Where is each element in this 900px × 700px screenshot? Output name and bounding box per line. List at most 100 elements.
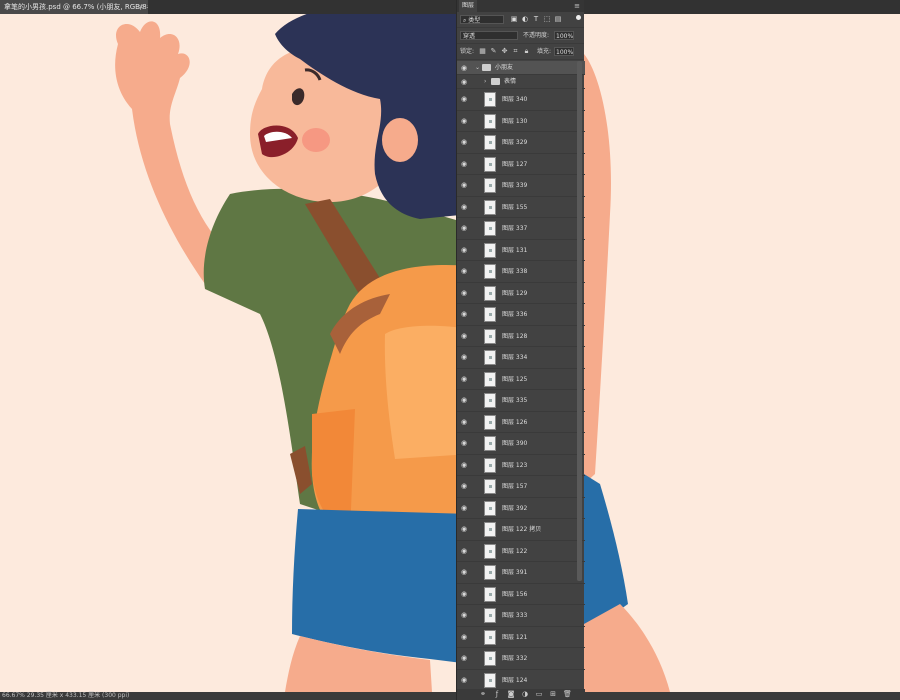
layer-row[interactable]: ◉ 图层 129 [457,283,585,304]
visibility-eye-icon[interactable]: ◉ [461,440,470,447]
layer-row[interactable]: ◉ 图层 122 拷贝 [457,519,585,541]
link-icon[interactable]: ⚭ [479,690,487,699]
type-filter-icon[interactable]: T [532,15,540,23]
layers-scrollbar[interactable] [577,61,582,581]
layer-name: 图层 128 [502,332,528,340]
layer-row[interactable]: ◉ 图层 157 [457,476,585,498]
new-layer-icon[interactable]: ⊞ [549,690,557,699]
fx-icon[interactable]: ƒ [493,690,501,699]
visibility-eye-icon[interactable]: ◉ [461,268,470,275]
layer-row[interactable]: ◉ 图层 121 [457,627,585,648]
layer-row[interactable]: ◉ 图层 128 [457,326,585,347]
layer-row[interactable]: ◉ 图层 155 [457,197,585,218]
visibility-eye-icon[interactable]: ◉ [461,78,470,85]
folder-icon[interactable]: ▭ [535,690,543,699]
shape-filter-icon[interactable]: ⬚ [543,15,551,23]
panel-menu-icon[interactable]: ≡ [574,0,580,12]
visibility-eye-icon[interactable]: ◉ [461,655,470,662]
layer-row[interactable]: ◉ 图层 125 [457,369,585,390]
layer-name: 图层 126 [502,418,528,426]
layer-row[interactable]: ◉ 图层 122 [457,541,585,562]
layer-row[interactable]: ◉ 图层 156 [457,584,585,605]
layer-row[interactable]: ◉ 图层 329 [457,132,585,154]
lock-paint-icon[interactable]: ✎ [490,47,497,56]
lock-all-icon[interactable]: 🔒︎ [523,47,530,56]
layer-thumbnail [484,371,496,387]
visibility-eye-icon[interactable]: ◉ [461,676,470,683]
filter-kind-select[interactable]: ⌕ 类型 [460,15,504,24]
canvas[interactable] [0,14,900,692]
lock-move-icon[interactable]: ✥ [501,47,508,56]
pixel-filter-icon[interactable]: ▣ [510,15,518,23]
visibility-eye-icon[interactable]: ◉ [461,633,470,640]
layer-name: 图层 129 [502,289,528,297]
layer-name: 图层 131 [502,246,528,254]
layer-group-row[interactable]: ◉ ⌄ 小朋友 [457,61,585,75]
close-tab-icon[interactable]: × [138,0,144,14]
opacity-field[interactable]: 100% [554,31,574,40]
layer-row[interactable]: ◉ 图层 126 [457,412,585,433]
visibility-eye-icon[interactable]: ◉ [461,96,470,103]
visibility-eye-icon[interactable]: ◉ [461,547,470,554]
lock-transparent-icon[interactable]: ▦ [479,47,486,56]
layer-row[interactable]: ◉ 图层 334 [457,347,585,369]
visibility-eye-icon[interactable]: ◉ [461,139,470,146]
layer-row[interactable]: ◉ 图层 340 [457,89,585,111]
visibility-eye-icon[interactable]: ◉ [461,225,470,232]
visibility-eye-icon[interactable]: ◉ [461,64,470,71]
adjustment-icon[interactable]: ◑ [521,690,529,699]
layer-row[interactable]: ◉ 图层 390 [457,433,585,455]
visibility-eye-icon[interactable]: ◉ [461,612,470,619]
visibility-eye-icon[interactable]: ◉ [461,117,470,124]
visibility-eye-icon[interactable]: ◉ [461,397,470,404]
visibility-eye-icon[interactable]: ◉ [461,590,470,597]
layer-thumbnail [484,608,496,623]
mask-icon[interactable]: ◙ [507,690,515,699]
visibility-eye-icon[interactable]: ◉ [461,182,470,189]
visibility-eye-icon[interactable]: ◉ [461,526,470,533]
layer-row[interactable]: ◉ 图层 336 [457,304,585,326]
blend-mode-select[interactable]: 穿透 [460,31,518,40]
group-caret-icon[interactable]: ⌄ [475,61,480,75]
visibility-eye-icon[interactable]: ◉ [461,354,470,361]
layer-row[interactable]: ◉ 图层 339 [457,175,585,197]
layer-thumbnail [484,178,496,193]
visibility-eye-icon[interactable]: ◉ [461,311,470,318]
layer-row[interactable]: ◉ 图层 130 [457,111,585,132]
layer-row[interactable]: ◉ 图层 131 [457,240,585,261]
layer-thumbnail [484,457,496,473]
document-tab[interactable]: 拿笔的小男孩.psd @ 66.7% (小朋友, RGB/8#) * × [0,0,148,14]
layer-row[interactable]: ◉ 图层 127 [457,154,585,175]
visibility-eye-icon[interactable]: ◉ [461,375,470,382]
visibility-eye-icon[interactable]: ◉ [461,504,470,511]
fill-field[interactable]: 100% [554,47,574,56]
lock-artboard-icon[interactable]: ⌗ [512,47,519,56]
layer-row[interactable]: ◉ 图层 392 [457,498,585,519]
layer-subgroup-row[interactable]: ◉ › 表情 [457,75,585,89]
visibility-eye-icon[interactable]: ◉ [461,203,470,210]
visibility-eye-icon[interactable]: ◉ [461,569,470,576]
subgroup-caret-icon[interactable]: › [484,75,486,89]
visibility-eye-icon[interactable]: ◉ [461,332,470,339]
visibility-eye-icon[interactable]: ◉ [461,246,470,253]
layer-thumbnail [484,242,496,258]
layer-row[interactable]: ◉ 图层 332 [457,648,585,670]
layer-row[interactable]: ◉ 图层 335 [457,390,585,412]
visibility-eye-icon[interactable]: ◉ [461,483,470,490]
smart-object-filter-icon[interactable]: ▤ [554,15,562,23]
visibility-eye-icon[interactable]: ◉ [461,160,470,167]
trash-icon[interactable]: 🗑︎ [563,690,572,699]
visibility-eye-icon[interactable]: ◉ [461,289,470,296]
filter-toggle-icon[interactable] [576,15,581,20]
layer-row[interactable]: ◉ 图层 124 [457,670,585,690]
layer-row[interactable]: ◉ 图层 123 [457,455,585,476]
visibility-eye-icon[interactable]: ◉ [461,461,470,468]
layer-row[interactable]: ◉ 图层 337 [457,218,585,240]
layer-row[interactable]: ◉ 图层 338 [457,261,585,283]
layer-row[interactable]: ◉ 图层 333 [457,605,585,627]
visibility-eye-icon[interactable]: ◉ [461,418,470,425]
adjustment-filter-icon[interactable]: ◐ [521,15,529,23]
tab-layers[interactable]: 图层 [459,0,478,12]
layer-thumbnail [484,629,496,645]
layer-row[interactable]: ◉ 图层 391 [457,562,585,584]
